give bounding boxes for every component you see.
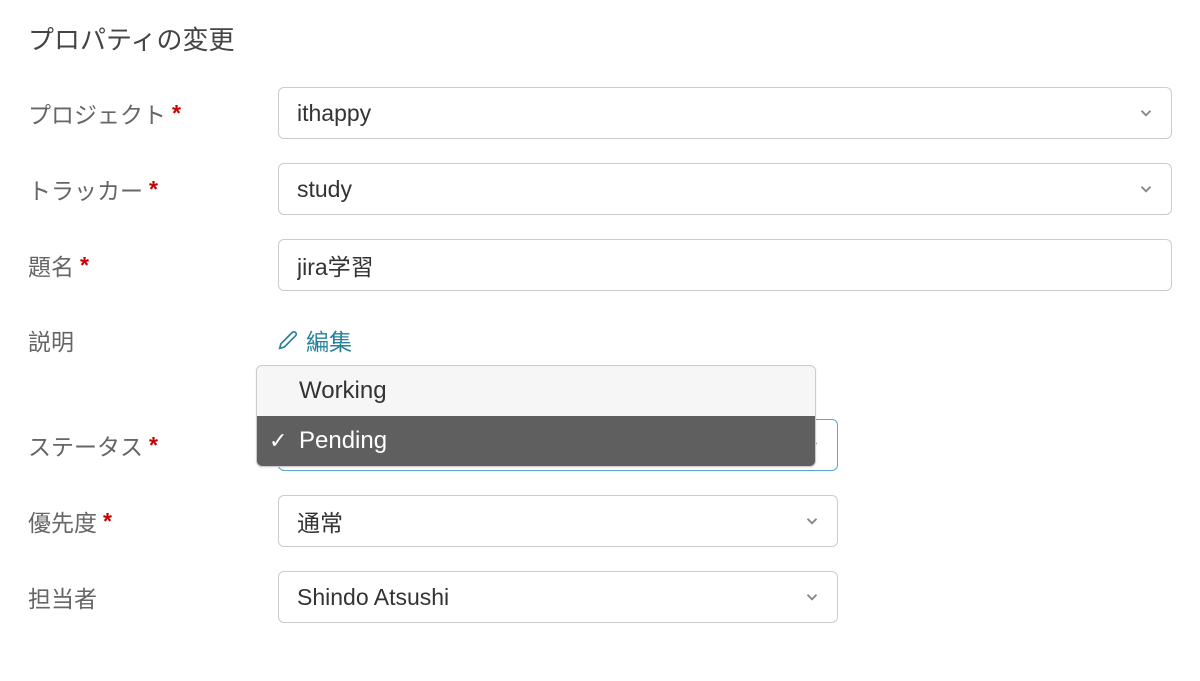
- subject-input[interactable]: [278, 239, 1172, 291]
- priority-select[interactable]: 通常: [278, 495, 838, 547]
- required-mark: *: [80, 252, 89, 279]
- project-label-text: プロジェクト: [28, 96, 166, 130]
- assignee-label: 担当者: [28, 580, 278, 614]
- chevron-down-icon: [803, 588, 821, 606]
- chevron-down-icon: [1137, 104, 1155, 122]
- tracker-select[interactable]: study: [278, 163, 1172, 215]
- assignee-label-text: 担当者: [28, 580, 97, 614]
- required-mark: *: [149, 432, 158, 459]
- tracker-label-text: トラッカー: [28, 172, 143, 206]
- project-row: プロジェクト * ithappy: [28, 87, 1172, 139]
- description-row: 説明 編集: [28, 315, 1172, 365]
- edit-description-link[interactable]: 編集: [278, 323, 352, 357]
- tracker-row: トラッカー * study: [28, 163, 1172, 215]
- status-label: ステータス *: [28, 428, 278, 462]
- tracker-label: トラッカー *: [28, 172, 278, 206]
- check-icon: ✓: [269, 428, 287, 454]
- status-label-text: ステータス: [28, 428, 143, 462]
- subject-row: 題名 *: [28, 239, 1172, 291]
- pencil-icon: [278, 330, 298, 350]
- required-mark: *: [103, 508, 112, 535]
- assignee-row: 担当者 Shindo Atsushi: [28, 571, 1172, 623]
- project-select[interactable]: ithappy: [278, 87, 1172, 139]
- edit-description-text: 編集: [306, 323, 352, 357]
- status-option-pending[interactable]: ✓ Pending: [257, 416, 815, 466]
- project-value: ithappy: [297, 100, 371, 127]
- status-option-label: Pending: [299, 427, 387, 455]
- status-row: ステータス * Working ✓ Pending: [28, 419, 1172, 471]
- tracker-value: study: [297, 176, 352, 203]
- priority-label-text: 優先度: [28, 504, 97, 538]
- required-mark: *: [149, 176, 158, 203]
- section-title: プロパティの変更: [28, 20, 1172, 57]
- description-label-text: 説明: [28, 323, 74, 357]
- priority-label: 優先度 *: [28, 504, 278, 538]
- assignee-value: Shindo Atsushi: [297, 584, 449, 611]
- chevron-down-icon: [1137, 180, 1155, 198]
- status-option-label: Working: [299, 377, 387, 405]
- description-label: 説明: [28, 323, 278, 357]
- subject-label: 題名 *: [28, 248, 278, 282]
- subject-label-text: 題名: [28, 248, 74, 282]
- required-mark: *: [172, 100, 181, 127]
- assignee-select[interactable]: Shindo Atsushi: [278, 571, 838, 623]
- status-dropdown: Working ✓ Pending: [256, 365, 816, 467]
- priority-row: 優先度 * 通常: [28, 495, 1172, 547]
- project-label: プロジェクト *: [28, 96, 278, 130]
- priority-value: 通常: [297, 504, 343, 538]
- chevron-down-icon: [803, 512, 821, 530]
- status-option-working[interactable]: Working: [257, 366, 815, 416]
